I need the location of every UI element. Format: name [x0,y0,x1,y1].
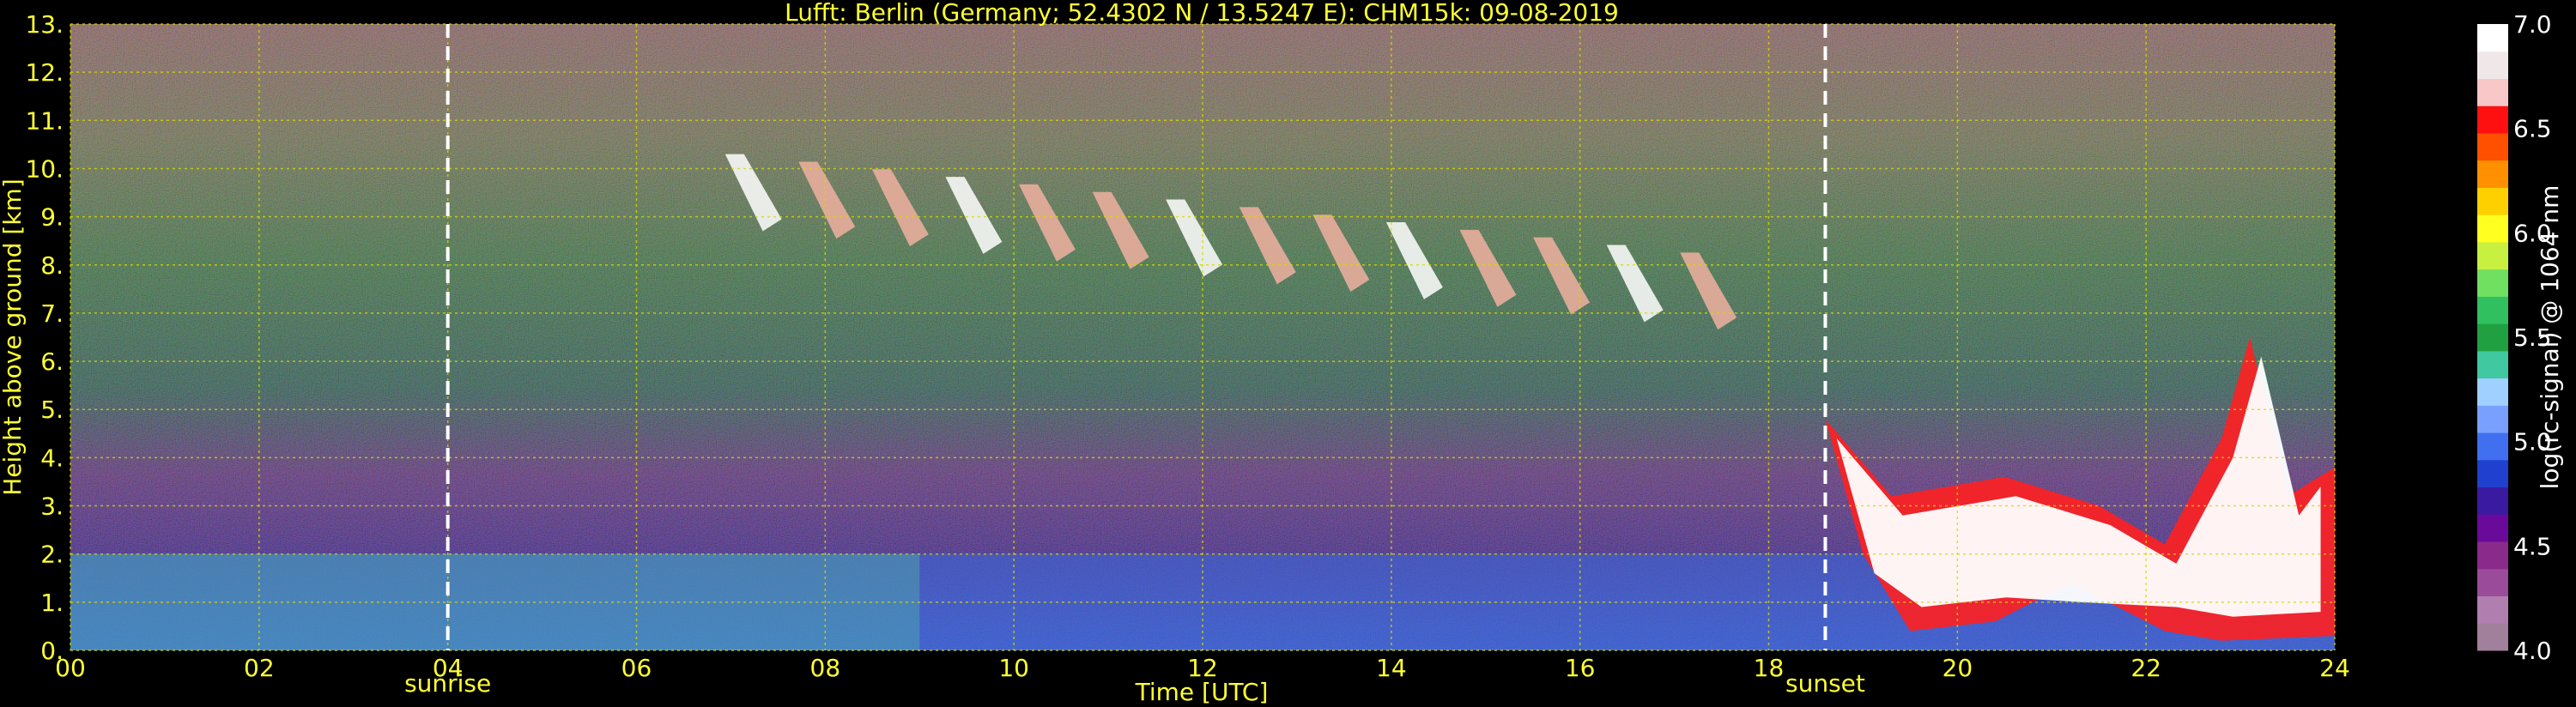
x-tick-label: 20 [1943,654,1973,682]
colorbar-tick-label: 6.5 [2513,115,2552,143]
colorbar-segment [2477,78,2508,106]
y-tick-label: 3. [40,492,64,521]
y-axis-ticks: 0.1.2.3.4.5.6.7.8.9.10.11.12.13. [25,10,64,665]
x-tick-label: 18 [1754,654,1785,682]
x-tick-label: 02 [244,654,275,682]
y-axis-label: Height above ground [km] [0,178,27,496]
y-tick-label: 11. [25,106,64,135]
colorbar-segment [2477,378,2508,406]
colorbar-segment [2477,132,2508,161]
colorbar-tick-label: 4.5 [2513,532,2552,560]
y-tick-label: 2. [40,541,64,569]
colorbar-segment [2477,269,2508,297]
colorbar-segment [2477,459,2508,488]
colorbar-segment [2477,160,2508,188]
y-tick-label: 5. [40,396,64,424]
colorbar-segment [2477,623,2508,651]
colorbar-segment [2477,187,2508,215]
colorbar-tick-label: 7.0 [2513,10,2552,39]
colorbar-segment [2477,241,2508,270]
y-tick-label: 4. [40,444,64,472]
colorbar-tick-label: 4.0 [2513,637,2552,665]
x-axis-label: Time [UTC] [1135,678,1269,706]
colorbar-segment [2477,514,2508,542]
y-tick-label: 8. [40,251,64,280]
colorbar-segment [2477,106,2508,134]
chart-title: Lufft: Berlin (Germany; 52.4302 N / 13.5… [785,0,1619,27]
x-tick-label: 10 [998,654,1029,682]
y-tick-label: 12. [25,58,64,87]
y-tick-label: 6. [40,347,64,376]
y-tick-label: 9. [40,203,64,232]
colorbar-segment [2477,296,2508,324]
colorbar-segment [2477,486,2508,515]
ceilometer-figure: 0.1.2.3.4.5.6.7.8.9.10.11.12.13. 00 02 04 0… [0,0,2564,706]
y-tick-label: 7. [40,299,64,328]
sunset-label: sunset [1785,669,1865,698]
sunrise-label: sunrise [404,669,491,698]
x-tick-label: 06 [621,654,652,682]
colorbar-segment [2477,405,2508,433]
colorbar-segment [2477,432,2508,461]
x-tick-label: 16 [1565,654,1596,682]
y-tick-label: 10. [25,154,64,183]
x-tick-label: 00 [55,654,86,682]
x-tick-label: 24 [2319,654,2350,682]
colorbar-segment [2477,24,2508,52]
colorbar-segment [2477,350,2508,379]
colorbar-segment [2477,595,2508,624]
colorbar-segment [2477,51,2508,79]
colorbar-label: log(rc-signal) @ 1064 nm [2536,185,2564,490]
x-tick-label: 08 [810,654,841,682]
colorbar-segment [2477,568,2508,597]
plot-area [70,23,2336,651]
y-tick-label: 1. [40,589,64,617]
x-tick-label: 14 [1376,654,1407,682]
colorbar-segment [2477,215,2508,243]
colorbar-segment [2477,541,2508,570]
colorbar-segment [2477,323,2508,352]
y-tick-label: 13. [25,10,64,39]
x-tick-label: 22 [2131,654,2161,682]
